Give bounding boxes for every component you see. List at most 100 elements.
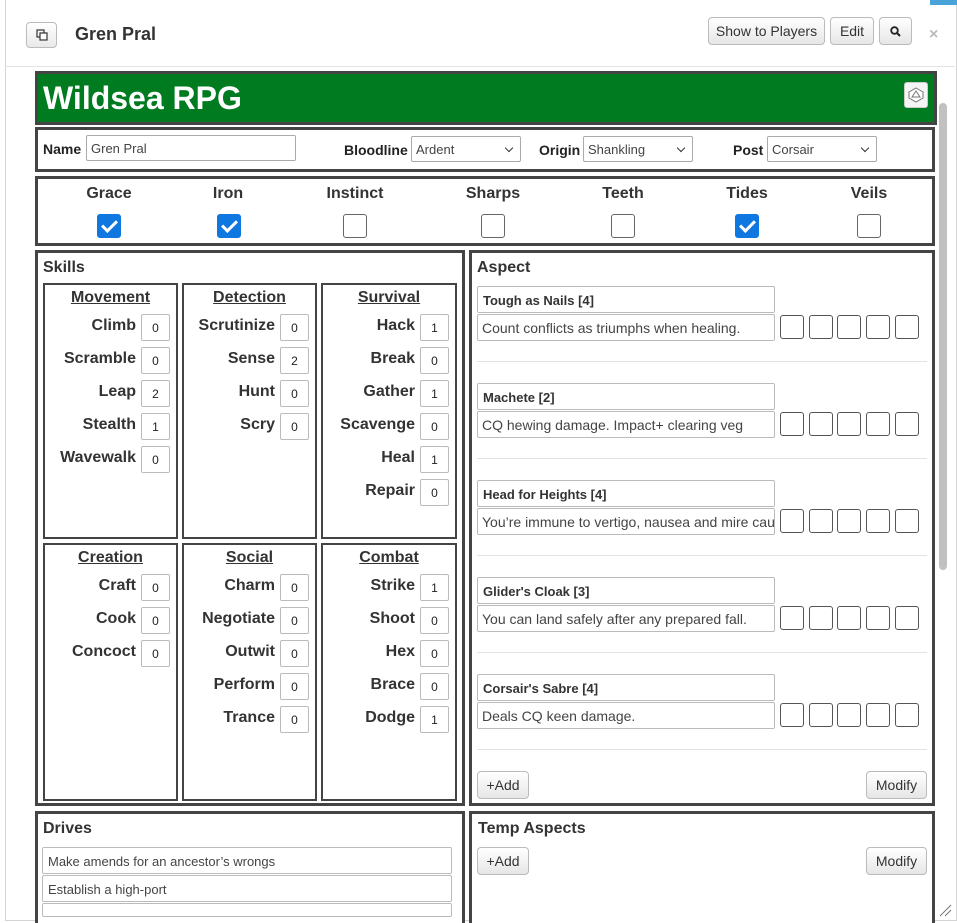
aspect-track-box[interactable] <box>866 509 890 533</box>
attr-veils-checkbox[interactable] <box>857 214 881 238</box>
skill-value-input[interactable]: 0 <box>141 574 170 601</box>
skill-value-input[interactable]: 2 <box>141 380 170 407</box>
skill-value-input[interactable]: 0 <box>420 640 449 667</box>
skill-value-input[interactable]: 0 <box>280 314 309 341</box>
skill-value-input[interactable]: 0 <box>280 380 309 407</box>
skill-value-input[interactable]: 0 <box>280 640 309 667</box>
aspect-track-box[interactable] <box>837 315 861 339</box>
attr-teeth-checkbox[interactable] <box>611 214 635 238</box>
aspect-name-input[interactable]: Glider's Cloak [3] <box>477 577 775 604</box>
dice-roll-button[interactable] <box>904 82 928 108</box>
close-icon[interactable]: × <box>929 26 938 44</box>
aspect-desc-input[interactable]: Count conflicts as triumphs when healing… <box>477 314 775 341</box>
aspect-desc-input[interactable]: CQ hewing damage. Impact+ clearing veg <box>477 411 775 438</box>
show-to-players-button[interactable]: Show to Players <box>708 17 825 45</box>
aspect-track-box[interactable] <box>809 703 833 727</box>
scrollbar-thumb[interactable] <box>939 103 947 570</box>
drive-input[interactable] <box>42 903 452 917</box>
popout-icon <box>35 29 48 41</box>
skill-name: Craft <box>98 577 136 594</box>
skill-value-input[interactable]: 0 <box>280 413 309 440</box>
aspect-name-input[interactable]: Machete [2] <box>477 383 775 410</box>
skill-name: Hunt <box>238 383 275 400</box>
skill-value-input[interactable]: 0 <box>280 673 309 700</box>
search-button[interactable] <box>879 17 912 45</box>
attr-tides-label: Tides <box>726 185 768 202</box>
skill-value-input[interactable]: 0 <box>420 673 449 700</box>
aspect-track-box[interactable] <box>866 606 890 630</box>
skill-value-input[interactable]: 0 <box>141 446 170 473</box>
aspect-track-box[interactable] <box>809 509 833 533</box>
aspect-add-button[interactable]: +Add <box>477 771 529 799</box>
skill-value-input[interactable]: 0 <box>280 706 309 733</box>
edit-button[interactable]: Edit <box>830 17 874 45</box>
skill-value-input[interactable]: 1 <box>420 446 449 473</box>
aspect-track-box[interactable] <box>895 703 919 727</box>
skill-value-input[interactable]: 0 <box>141 314 170 341</box>
skill-value-input[interactable]: 2 <box>280 347 309 374</box>
aspect-track-box[interactable] <box>780 606 804 630</box>
attr-iron-checkbox[interactable] <box>217 214 241 238</box>
aspect-track-box[interactable] <box>837 606 861 630</box>
aspect-track-box[interactable] <box>809 606 833 630</box>
aspect-desc-input[interactable]: You’re immune to vertigo, nausea and mir… <box>477 508 775 535</box>
drive-input[interactable]: Make amends for an ancestor’s wrongs <box>42 847 452 874</box>
aspect-track-box[interactable] <box>866 412 890 436</box>
aspect-modify-button[interactable]: Modify <box>866 771 927 799</box>
skill-value-input[interactable]: 1 <box>420 706 449 733</box>
bloodline-select[interactable]: Ardent <box>411 136 521 162</box>
aspect-track-box[interactable] <box>895 412 919 436</box>
aspect-desc-input[interactable]: You can land safely after any prepared f… <box>477 605 775 632</box>
skill-value-input[interactable]: 0 <box>280 574 309 601</box>
skill-value-input[interactable]: 0 <box>141 347 170 374</box>
aspect-track-box[interactable] <box>780 509 804 533</box>
aspect-track-box[interactable] <box>780 315 804 339</box>
skill-value-input[interactable]: 1 <box>420 380 449 407</box>
aspect-track-box[interactable] <box>895 509 919 533</box>
aspect-track-box[interactable] <box>780 703 804 727</box>
dice-icon <box>908 87 924 103</box>
resize-handle-icon[interactable] <box>938 903 952 917</box>
skill-value-input[interactable]: 1 <box>141 413 170 440</box>
aspect-track-box[interactable] <box>809 315 833 339</box>
skill-value-input[interactable]: 0 <box>420 413 449 440</box>
skill-value-input[interactable]: 0 <box>420 607 449 634</box>
aspect-track-box[interactable] <box>895 315 919 339</box>
skill-name: Break <box>370 350 415 367</box>
skill-value-input[interactable]: 1 <box>420 314 449 341</box>
skill-value-input[interactable]: 0 <box>280 607 309 634</box>
post-select[interactable]: Corsair <box>767 136 877 162</box>
name-input[interactable]: Gren Pral <box>86 135 296 161</box>
skill-name: Charm <box>224 577 275 594</box>
skill-name: Shoot <box>369 610 415 627</box>
popout-button[interactable] <box>26 22 57 48</box>
attr-grace-checkbox[interactable] <box>97 214 121 238</box>
aspect-track-box[interactable] <box>895 606 919 630</box>
aspect-name-input[interactable]: Head for Heights [4] <box>477 480 775 507</box>
attr-instinct-checkbox[interactable] <box>343 214 367 238</box>
skill-value-input[interactable]: 0 <box>420 479 449 506</box>
aspect-track-box[interactable] <box>837 509 861 533</box>
aspect-name-input[interactable]: Tough as Nails [4] <box>477 286 775 313</box>
skill-value-input[interactable]: 0 <box>420 347 449 374</box>
sheet-banner: Wildsea RPG <box>35 71 937 125</box>
skill-value-input[interactable]: 0 <box>141 640 170 667</box>
attr-tides-checkbox[interactable] <box>735 214 759 238</box>
aspect-track-box[interactable] <box>837 703 861 727</box>
temp-aspect-add-button[interactable]: +Add <box>477 847 529 875</box>
drive-input[interactable]: Establish a high-port <box>42 875 452 902</box>
skill-value-input[interactable]: 0 <box>141 607 170 634</box>
aspect-track-box[interactable] <box>809 412 833 436</box>
aspect-desc-input[interactable]: Deals CQ keen damage. <box>477 702 775 729</box>
attr-sharps-checkbox[interactable] <box>481 214 505 238</box>
skill-value-input[interactable]: 1 <box>420 574 449 601</box>
aspect-track-box[interactable] <box>866 315 890 339</box>
attr-grace-label: Grace <box>86 185 132 202</box>
aspect-track-box[interactable] <box>837 412 861 436</box>
aspect-track-box[interactable] <box>866 703 890 727</box>
skill-group-title: Creation <box>78 549 143 566</box>
origin-select[interactable]: Shankling <box>583 136 693 162</box>
aspect-track-box[interactable] <box>780 412 804 436</box>
aspect-name-input[interactable]: Corsair's Sabre [4] <box>477 674 775 701</box>
temp-aspect-modify-button[interactable]: Modify <box>866 847 927 875</box>
